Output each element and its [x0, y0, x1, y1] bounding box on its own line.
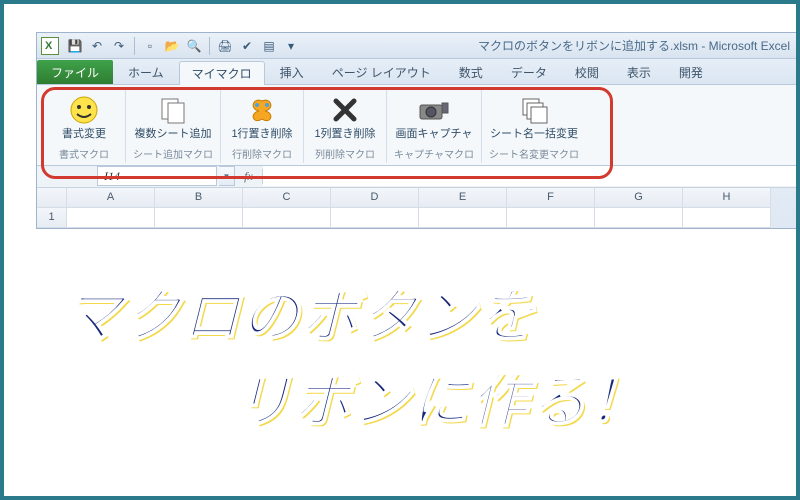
tab-formulas[interactable]: 数式: [446, 60, 496, 84]
new-icon[interactable]: ▫: [140, 36, 160, 56]
add-sheets-button[interactable]: 複数シート追加: [130, 91, 216, 144]
button-label: 複数シート追加: [135, 128, 212, 141]
formula-bar-row: ▼ fx: [37, 166, 796, 188]
namebox-dropdown-icon[interactable]: ▼: [219, 166, 235, 186]
col-header[interactable]: A: [67, 188, 155, 208]
button-label: 1列置き削除: [314, 128, 375, 141]
window-title: マクロのボタンをリボンに追加する.xlsm - Microsoft Excel: [478, 37, 790, 54]
sort-icon[interactable]: ▤: [259, 36, 279, 56]
group-label: キャプチャマクロ: [391, 144, 477, 163]
delete-alt-cols-button[interactable]: 1列置き削除: [308, 91, 382, 144]
delete-alt-rows-button[interactable]: 1行置き削除: [225, 91, 299, 144]
button-label: 書式変更: [62, 128, 106, 141]
group-label: 列削除マクロ: [308, 144, 382, 163]
tab-mymacro[interactable]: マイマクロ: [179, 61, 265, 85]
button-label: 1行置き削除: [231, 128, 292, 141]
group-label: 書式マクロ: [47, 144, 121, 163]
cell[interactable]: [419, 208, 507, 228]
screen-capture-button[interactable]: 画面キャプチャ: [391, 91, 477, 144]
ribbon-group-renamesheet: シート名一括変更 シート名変更マクロ: [482, 89, 586, 163]
tab-file[interactable]: ファイル: [37, 60, 113, 84]
cell[interactable]: [155, 208, 243, 228]
button-label: シート名一括変更: [490, 128, 578, 141]
quick-print-icon[interactable]: 🖨: [215, 36, 235, 56]
overlay-headline-1: マクロのボタンを: [64, 269, 536, 353]
tab-developer[interactable]: 開発: [666, 60, 716, 84]
butterfly-icon: [246, 94, 278, 126]
name-box[interactable]: [97, 166, 217, 186]
print-preview-icon[interactable]: 🔍: [184, 36, 204, 56]
tab-pagelayout[interactable]: ページ レイアウト: [319, 60, 444, 84]
select-all-corner[interactable]: [37, 188, 67, 208]
ribbon-tabs: ファイル ホーム マイマクロ 挿入 ページ レイアウト 数式 データ 校閲 表示…: [37, 59, 796, 85]
redo-icon[interactable]: ↷: [109, 36, 129, 56]
formula-bar[interactable]: [263, 166, 796, 186]
copy-icon: [157, 94, 189, 126]
tab-home[interactable]: ホーム: [115, 60, 177, 84]
open-icon[interactable]: 📂: [162, 36, 182, 56]
smile-icon: [68, 94, 100, 126]
cell[interactable]: [331, 208, 419, 228]
col-header[interactable]: F: [507, 188, 595, 208]
col-header[interactable]: C: [243, 188, 331, 208]
separator: [134, 37, 135, 55]
save-icon[interactable]: 💾: [65, 36, 85, 56]
cell[interactable]: [507, 208, 595, 228]
rename-sheets-button[interactable]: シート名一括変更: [486, 91, 582, 144]
worksheet-grid[interactable]: A B C D E F G H 1: [37, 188, 796, 228]
button-label: 画面キャプチャ: [396, 128, 473, 141]
cell[interactable]: [595, 208, 683, 228]
ribbon-group-addsheet: 複数シート追加 シート追加マクロ: [126, 89, 221, 163]
tab-view[interactable]: 表示: [614, 60, 664, 84]
col-header[interactable]: B: [155, 188, 243, 208]
excel-app-icon[interactable]: [41, 37, 59, 55]
tab-insert[interactable]: 挿入: [267, 60, 317, 84]
ribbon-group-capture: 画面キャプチャ キャプチャマクロ: [387, 89, 482, 163]
ribbon-group-deletecol: 1列置き削除 列削除マクロ: [304, 89, 387, 163]
cell[interactable]: [243, 208, 331, 228]
cell[interactable]: [67, 208, 155, 228]
fx-icon[interactable]: fx: [235, 169, 263, 184]
cell[interactable]: [683, 208, 771, 228]
camera-icon: [418, 94, 450, 126]
col-header[interactable]: H: [683, 188, 771, 208]
customize-qat-icon[interactable]: ▾: [281, 36, 301, 56]
spelling-icon[interactable]: ✔: [237, 36, 257, 56]
group-label: シート追加マクロ: [130, 144, 216, 163]
quick-access-toolbar: 💾 ↶ ↷ ▫ 📂 🔍 🖨 ✔ ▤ ▾ マクロのボタンをリボンに追加する.xls…: [37, 33, 796, 59]
row-header[interactable]: 1: [37, 208, 67, 228]
overlay-headline-2: リボンに作る！: [234, 354, 647, 438]
group-label: シート名変更マクロ: [486, 144, 582, 163]
col-header[interactable]: D: [331, 188, 419, 208]
format-change-button[interactable]: 書式変更: [47, 91, 121, 144]
group-label: 行削除マクロ: [225, 144, 299, 163]
ribbon: 書式変更 書式マクロ 複数シート追加 シート追加マクロ: [37, 85, 796, 166]
tab-data[interactable]: データ: [498, 60, 560, 84]
ribbon-group-format: 書式変更 書式マクロ: [43, 89, 126, 163]
x-icon: [329, 94, 361, 126]
separator: [209, 37, 210, 55]
ribbon-group-deleterow: 1行置き削除 行削除マクロ: [221, 89, 304, 163]
excel-window: 💾 ↶ ↷ ▫ 📂 🔍 🖨 ✔ ▤ ▾ マクロのボタンをリボンに追加する.xls…: [36, 32, 796, 229]
col-header[interactable]: E: [419, 188, 507, 208]
undo-icon[interactable]: ↶: [87, 36, 107, 56]
stack-icon: [518, 94, 550, 126]
tab-review[interactable]: 校閲: [562, 60, 612, 84]
col-header[interactable]: G: [595, 188, 683, 208]
